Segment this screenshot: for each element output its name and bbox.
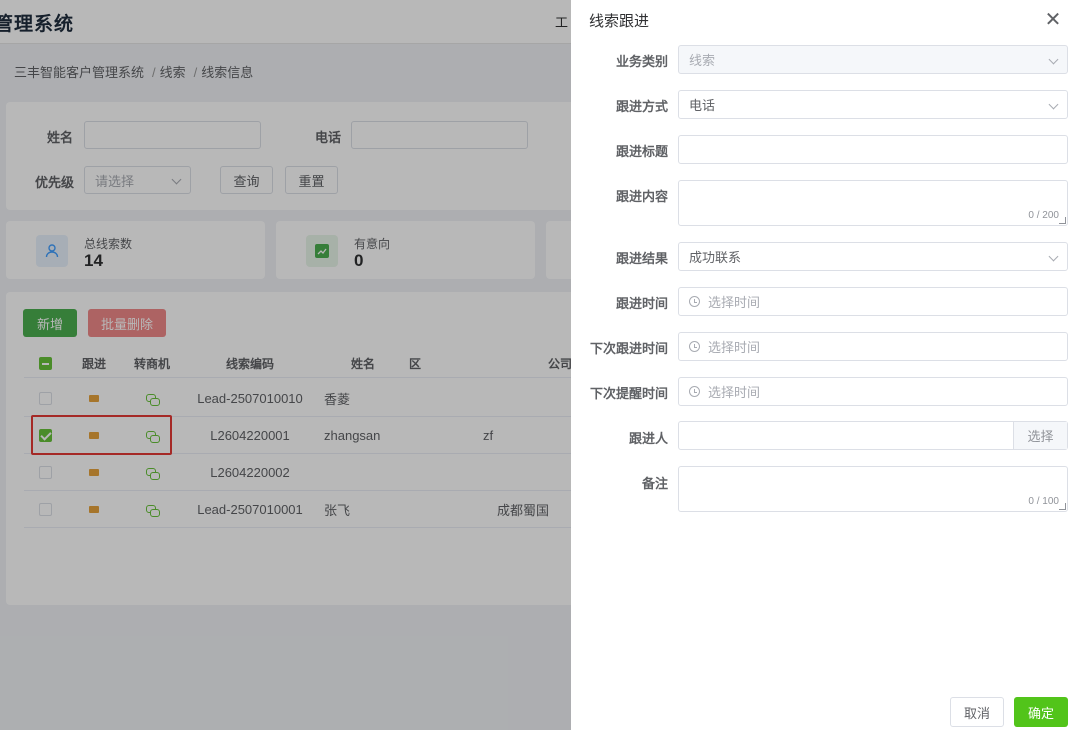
confirm-button[interactable]: 确定	[1014, 697, 1068, 727]
clock-icon	[689, 296, 700, 307]
clock-icon	[689, 341, 700, 352]
follow-title-label: 跟进标题	[615, 144, 668, 159]
chevron-down-icon	[1048, 99, 1059, 110]
follow-time-picker[interactable]: 选择时间	[678, 287, 1068, 316]
remark-label: 备注	[641, 476, 668, 491]
chevron-down-icon	[1048, 54, 1059, 65]
follow-time-label: 跟进时间	[615, 296, 668, 311]
follow-result-value: 成功联系	[689, 250, 742, 265]
drawer-title: 线索跟进	[589, 13, 650, 30]
resize-handle-icon[interactable]	[1059, 503, 1066, 510]
resize-handle-icon[interactable]	[1059, 217, 1066, 224]
close-icon[interactable]: ✕	[1042, 8, 1064, 31]
follow-method-value: 电话	[689, 98, 716, 113]
next-remind-time-label: 下次提醒时间	[589, 386, 668, 401]
follow-result-select[interactable]: 成功联系	[678, 242, 1068, 271]
char-counter: 0 / 100	[1028, 496, 1059, 507]
lead-follow-up-drawer: 线索跟进 ✕ 业务类别 线索 跟进方式 电话 跟进标题 跟进内容 0 / 200…	[571, 0, 1080, 730]
business-type-label: 业务类别	[615, 54, 668, 69]
follow-method-select[interactable]: 电话	[678, 90, 1068, 119]
follower-select-button[interactable]: 选择	[1013, 422, 1067, 449]
follower-input[interactable]: 选择	[678, 421, 1068, 450]
next-follow-time-placeholder: 选择时间	[708, 340, 761, 355]
cancel-button[interactable]: 取消	[950, 697, 1004, 727]
follow-result-label: 跟进结果	[615, 251, 668, 266]
clock-icon	[689, 386, 700, 397]
char-counter: 0 / 200	[1028, 210, 1059, 221]
business-type-value: 线索	[689, 53, 716, 68]
next-remind-time-picker[interactable]: 选择时间	[678, 377, 1068, 406]
follow-time-placeholder: 选择时间	[708, 295, 761, 310]
next-remind-time-placeholder: 选择时间	[708, 385, 761, 400]
business-type-select: 线索	[678, 45, 1068, 74]
follow-title-input[interactable]	[678, 135, 1068, 164]
next-follow-time-picker[interactable]: 选择时间	[678, 332, 1068, 361]
follow-method-label: 跟进方式	[615, 99, 668, 114]
remark-textarea[interactable]: 0 / 100	[678, 466, 1068, 512]
chevron-down-icon	[1048, 251, 1059, 262]
follow-content-textarea[interactable]: 0 / 200	[678, 180, 1068, 226]
follower-label: 跟进人	[628, 431, 668, 446]
follow-content-label: 跟进内容	[615, 189, 668, 204]
next-follow-time-label: 下次跟进时间	[589, 341, 668, 356]
